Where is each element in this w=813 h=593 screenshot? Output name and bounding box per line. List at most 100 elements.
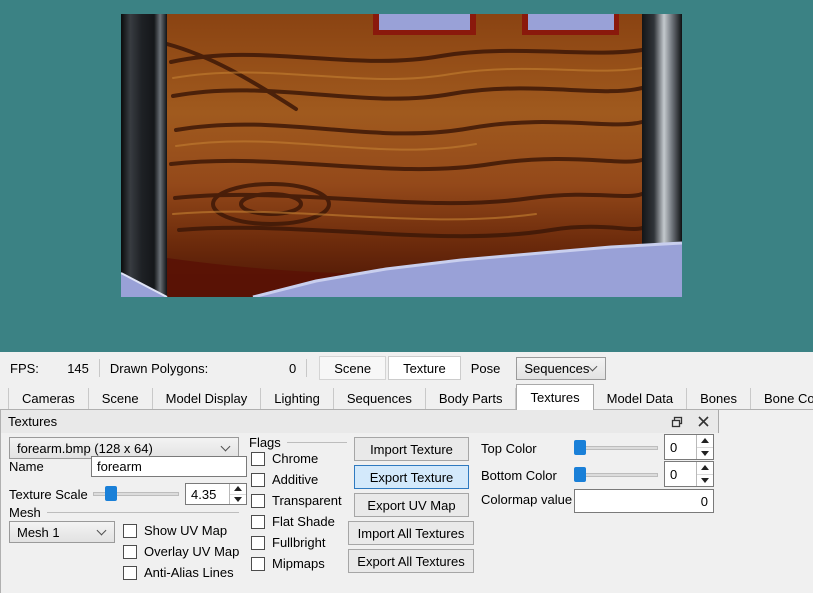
arrow-down-icon (701, 477, 709, 483)
fps-label: FPS: (10, 360, 39, 376)
arrow-up-icon (701, 465, 709, 471)
spin-up-button[interactable] (697, 462, 713, 474)
transparent-checkbox-row[interactable]: Transparent (251, 493, 342, 508)
flat-shade-checkbox-row[interactable]: Flat Shade (251, 514, 335, 529)
colormap-value-label: Colormap value (481, 492, 573, 507)
chrome-checkbox[interactable] (251, 451, 265, 466)
float-panel-button[interactable] (666, 412, 688, 431)
texture-viewport[interactable] (0, 0, 813, 352)
scene-view-button[interactable]: Scene (319, 356, 387, 380)
chevron-down-icon (220, 441, 231, 452)
arrow-up-icon (701, 438, 709, 444)
export-uv-map-button[interactable]: Export UV Map (354, 493, 469, 517)
name-label: Name (9, 459, 44, 474)
import-all-textures-button[interactable]: Import All Textures (348, 521, 474, 545)
slider-handle[interactable] (574, 440, 586, 455)
flat-shade-label: Flat Shade (272, 514, 335, 529)
import-texture-button[interactable]: Import Texture (354, 437, 469, 461)
texture-scale-slider[interactable] (93, 486, 179, 501)
spin-up-button[interactable] (697, 435, 713, 447)
textures-panel-header: Textures (0, 410, 719, 433)
drawn-polygons-value: 0 (288, 360, 297, 376)
fps-value: 145 (67, 360, 89, 376)
group-divider (47, 512, 239, 513)
mipmaps-checkbox-row[interactable]: Mipmaps (251, 556, 325, 571)
spin-down-button[interactable] (697, 446, 713, 460)
sequences-select-value: Sequences (524, 360, 590, 376)
top-color-input[interactable] (665, 435, 696, 459)
additive-checkbox[interactable] (251, 472, 265, 487)
tab-lighting[interactable]: Lighting (261, 388, 334, 409)
model-viewer-window: FPS: 145 Drawn Polygons: 0 Scene Texture… (0, 0, 813, 593)
close-icon (697, 416, 709, 427)
tab-bone-controllers[interactable]: Bone Controllers (751, 388, 813, 409)
status-bar: FPS: 145 Drawn Polygons: 0 Scene Texture… (0, 352, 813, 384)
mipmaps-label: Mipmaps (272, 556, 325, 571)
tab-model-data[interactable]: Model Data (594, 388, 688, 409)
slider-groove (574, 473, 658, 477)
group-divider (287, 442, 347, 443)
colormap-value-input[interactable] (574, 489, 714, 513)
bottom-color-spinbox[interactable] (664, 461, 714, 487)
mesh-group-label: Mesh (9, 505, 41, 520)
show-uv-map-checkbox[interactable] (123, 523, 137, 538)
drawn-polygons-label: Drawn Polygons: (109, 360, 209, 376)
mipmaps-checkbox[interactable] (251, 556, 265, 571)
tab-textures[interactable]: Textures (516, 384, 594, 410)
name-input[interactable] (91, 456, 247, 477)
fullbright-label: Fullbright (272, 535, 326, 550)
show-uv-map-checkbox-row[interactable]: Show UV Map (123, 523, 227, 538)
bottom-color-slider[interactable] (574, 467, 658, 482)
anti-alias-lines-checkbox-row[interactable]: Anti-Alias Lines (123, 565, 234, 580)
tab-sequences[interactable]: Sequences (334, 388, 426, 409)
additive-checkbox-row[interactable]: Additive (251, 472, 318, 487)
arrow-down-icon (234, 496, 242, 502)
tab-body-parts[interactable]: Body Parts (426, 388, 517, 409)
mesh-select-value: Mesh 1 (17, 524, 60, 540)
flat-shade-checkbox[interactable] (251, 514, 265, 529)
mesh-select[interactable]: Mesh 1 (9, 521, 115, 543)
tab-bones[interactable]: Bones (687, 388, 751, 409)
slider-handle[interactable] (574, 467, 586, 482)
spin-down-button[interactable] (697, 473, 713, 487)
texture-preview-image (121, 14, 682, 297)
texture-scale-input[interactable] (186, 484, 229, 504)
separator (306, 359, 308, 377)
bottom-color-label: Bottom Color (481, 468, 557, 483)
textures-panel-content: forearm.bmp (128 x 64) Name Texture Scal… (0, 433, 813, 593)
spin-down-button[interactable] (230, 493, 246, 505)
tab-cameras[interactable]: Cameras (8, 388, 89, 409)
export-all-textures-button[interactable]: Export All Textures (348, 549, 474, 573)
top-color-spinbox[interactable] (664, 434, 714, 460)
fullbright-checkbox[interactable] (251, 535, 265, 550)
pose-button[interactable]: Pose (463, 356, 509, 380)
top-color-label: Top Color (481, 441, 537, 456)
slider-handle[interactable] (105, 486, 117, 501)
anti-alias-lines-checkbox[interactable] (123, 565, 137, 580)
texture-scale-label: Texture Scale (9, 487, 88, 502)
texture-scale-spinbox[interactable] (185, 483, 247, 505)
chrome-label: Chrome (272, 451, 319, 466)
chevron-down-icon (587, 361, 598, 372)
transparent-checkbox[interactable] (251, 493, 265, 508)
spin-up-button[interactable] (230, 484, 246, 494)
texture-file-select-value: forearm.bmp (128 x 64) (17, 440, 153, 456)
export-texture-button[interactable]: Export Texture (354, 465, 469, 489)
fullbright-checkbox-row[interactable]: Fullbright (251, 535, 325, 550)
bottom-color-input[interactable] (665, 462, 696, 486)
overlay-uv-map-label: Overlay UV Map (144, 544, 240, 559)
overlay-uv-map-checkbox[interactable] (123, 544, 137, 559)
sequences-select[interactable]: Sequences (516, 356, 607, 380)
tab-scene[interactable]: Scene (89, 388, 153, 409)
overlay-uv-map-checkbox-row[interactable]: Overlay UV Map (123, 544, 239, 559)
close-panel-button[interactable] (692, 412, 714, 431)
tab-model-display[interactable]: Model Display (153, 388, 262, 409)
texture-view-button[interactable]: Texture (388, 356, 461, 380)
anti-alias-lines-label: Anti-Alias Lines (144, 565, 234, 580)
chrome-checkbox-row[interactable]: Chrome (251, 451, 318, 466)
panel-tab-bar: Cameras Scene Model Display Lighting Seq… (0, 384, 813, 410)
float-icon (671, 416, 683, 427)
slider-groove (574, 446, 658, 450)
separator (98, 359, 100, 377)
top-color-slider[interactable] (574, 440, 658, 455)
